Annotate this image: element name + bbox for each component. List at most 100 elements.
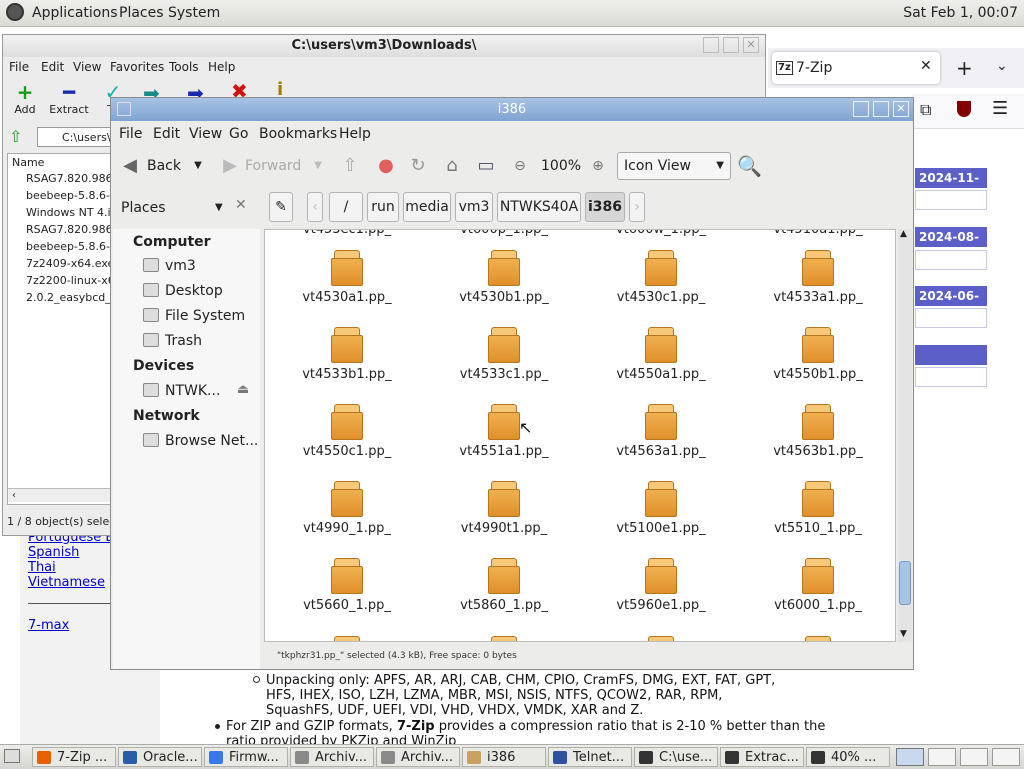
workspace-switcher[interactable] bbox=[928, 748, 956, 766]
firefox-tab-7zip[interactable]: 7z 7-Zip ✕ bbox=[772, 52, 940, 84]
zoom-out-icon[interactable]: ⊖ bbox=[509, 155, 531, 177]
lang-link-thai[interactable]: Thai bbox=[28, 560, 56, 575]
file-item[interactable]: vt5100e1.pp_ bbox=[596, 481, 726, 536]
system-menu[interactable]: System bbox=[168, 5, 220, 21]
crumb-vm3[interactable]: vm3 bbox=[455, 192, 493, 222]
list-item[interactable]: beebeep-5.8.6-qt bbox=[12, 189, 126, 202]
workspace-switcher[interactable] bbox=[960, 748, 988, 766]
list-item[interactable]: 7z2409-x64.exe bbox=[12, 257, 126, 270]
edit-location-icon[interactable]: ✎ bbox=[269, 192, 293, 222]
clock[interactable]: Sat Feb 1, 00:07 bbox=[903, 5, 1018, 21]
7zip-titlebar[interactable]: C:\users\vm3\Downloads\ ✕ bbox=[3, 35, 765, 57]
taskbar-item[interactable]: Firmw... bbox=[204, 747, 288, 767]
sidebar-item-ntwk[interactable]: NTWK... bbox=[143, 383, 220, 399]
file-item[interactable]: vt600w_1.pp_ bbox=[596, 230, 726, 237]
crumb-root[interactable]: / bbox=[329, 192, 363, 222]
file-item[interactable] bbox=[596, 636, 726, 641]
extract-button[interactable]: ━ Extract bbox=[47, 81, 91, 116]
workspace-switcher[interactable] bbox=[992, 748, 1020, 766]
close-sidebar-icon[interactable]: ✕ bbox=[235, 197, 247, 213]
file-item[interactable]: vt5960e1.pp_ bbox=[596, 558, 726, 613]
hamburger-menu-icon[interactable]: ☰ bbox=[992, 98, 1008, 119]
taskbar-item[interactable]: 40% ... bbox=[806, 747, 890, 767]
computer-icon[interactable]: ▭ bbox=[475, 155, 497, 177]
file-item[interactable]: vt4990_1.pp_ bbox=[282, 481, 412, 536]
taskbar-item[interactable]: 7-Zip ... bbox=[32, 747, 116, 767]
back-button[interactable]: Back bbox=[147, 158, 181, 174]
gnome-foot-icon[interactable] bbox=[6, 3, 24, 21]
file-item[interactable]: vt4550a1.pp_ bbox=[596, 327, 726, 382]
column-name[interactable]: Name bbox=[12, 156, 44, 169]
menu-go[interactable]: Go bbox=[229, 126, 248, 142]
taskbar-item[interactable]: Archiv... bbox=[290, 747, 374, 767]
scroll-thumb[interactable] bbox=[899, 561, 911, 605]
reload-icon[interactable]: ↻ bbox=[407, 155, 429, 177]
file-item[interactable]: vt4533a1.pp_ bbox=[753, 250, 883, 305]
places-menu[interactable]: Places bbox=[119, 5, 164, 21]
file-item[interactable]: vt5660_1.pp_ bbox=[282, 558, 412, 613]
file-item[interactable]: vt6000_1.pp_ bbox=[753, 558, 883, 613]
menu-tools[interactable]: Tools bbox=[169, 60, 199, 74]
add-button[interactable]: + Add bbox=[3, 81, 47, 116]
taskbar-item[interactable]: Oracle... bbox=[118, 747, 202, 767]
address-input[interactable]: C:\users\ bbox=[37, 127, 117, 147]
file-item[interactable]: vt4533b1.pp_ bbox=[282, 327, 412, 382]
link-7max[interactable]: 7-max bbox=[28, 618, 69, 633]
close-icon[interactable]: ✕ bbox=[893, 101, 909, 117]
sidebar-item-trash[interactable]: Trash bbox=[143, 333, 202, 349]
applications-menu[interactable]: Applications bbox=[32, 5, 118, 21]
up-folder-icon[interactable]: ⇧ bbox=[9, 127, 22, 146]
close-tab-icon[interactable]: ✕ bbox=[920, 58, 932, 74]
minimize-icon[interactable] bbox=[853, 101, 869, 117]
search-icon[interactable]: 🔍 bbox=[737, 155, 762, 177]
maximize-icon[interactable] bbox=[873, 101, 889, 117]
crumb-ntwks40a[interactable]: NTWKS40A bbox=[497, 192, 581, 222]
scroll-up-icon[interactable]: ▲ bbox=[900, 229, 907, 239]
lang-link-vietnamese[interactable]: Vietnamese bbox=[28, 575, 105, 590]
file-item[interactable]: vt4551a1.pp_ bbox=[439, 404, 569, 459]
workspace-switcher[interactable] bbox=[896, 748, 924, 766]
file-item[interactable]: vt5510_1.pp_ bbox=[753, 481, 883, 536]
menu-help[interactable]: Help bbox=[339, 126, 371, 142]
file-item[interactable]: vt4563b1.pp_ bbox=[753, 404, 883, 459]
maximize-icon[interactable] bbox=[723, 37, 739, 53]
menu-file[interactable]: File bbox=[9, 60, 29, 74]
crumb-run[interactable]: run bbox=[367, 192, 399, 222]
crumb-right-arrow-icon[interactable]: › bbox=[629, 192, 645, 222]
taskbar-item[interactable]: C:\use... bbox=[634, 747, 718, 767]
list-item[interactable]: Windows NT 4.iso bbox=[12, 206, 126, 219]
sidebar-item-browse-network[interactable]: Browse Net... bbox=[143, 433, 258, 449]
file-item[interactable]: vt4510a1.pp_ bbox=[753, 230, 883, 237]
vertical-scrollbar[interactable]: ▲ ▼ bbox=[898, 229, 912, 642]
menu-file[interactable]: File bbox=[119, 126, 142, 142]
menu-bookmarks[interactable]: Bookmarks bbox=[259, 126, 337, 142]
close-icon[interactable]: ✕ bbox=[743, 37, 759, 53]
places-select[interactable]: Places ▼ bbox=[117, 197, 231, 219]
file-item[interactable]: vt4990t1.pp_ bbox=[439, 481, 569, 536]
taskbar-item[interactable]: Archiv... bbox=[376, 747, 460, 767]
list-item[interactable]: 2.0.2_easybcd_2. bbox=[12, 291, 126, 304]
stop-icon[interactable]: ● bbox=[375, 155, 397, 177]
list-item[interactable]: beebeep-5.8.6-qt bbox=[12, 240, 126, 253]
menu-help[interactable]: Help bbox=[208, 60, 235, 74]
show-desktop-icon[interactable] bbox=[4, 749, 20, 763]
menu-view[interactable]: View bbox=[189, 126, 222, 142]
menu-edit[interactable]: Edit bbox=[153, 126, 180, 142]
file-item[interactable]: vt4530c1.pp_ bbox=[596, 250, 726, 305]
crumb-left-arrow-icon[interactable]: ‹ bbox=[307, 192, 323, 222]
home-icon[interactable]: ⌂ bbox=[441, 155, 463, 177]
taskbar-item[interactable]: Telnet... bbox=[548, 747, 632, 767]
eject-icon[interactable]: ⏏ bbox=[237, 382, 249, 397]
ublock-shield-icon[interactable] bbox=[957, 101, 971, 117]
menu-favorites[interactable]: Favorites bbox=[110, 60, 164, 74]
back-arrow-icon[interactable]: ◀ bbox=[119, 155, 141, 177]
crumb-i386[interactable]: i386 bbox=[585, 192, 625, 222]
lang-link-spanish[interactable]: Spanish bbox=[28, 545, 79, 560]
7zip-file-list[interactable]: Name RSAG7.820.9862 beebeep-5.8.6-qt Win… bbox=[7, 153, 123, 505]
menu-view[interactable]: View bbox=[73, 60, 101, 74]
icon-view[interactable]: vt453ec1.pp_ vt600p_1.pp_ vt600w_1.pp_ v… bbox=[264, 229, 896, 642]
crumb-media[interactable]: media bbox=[403, 192, 451, 222]
new-tab-icon[interactable]: + bbox=[956, 56, 973, 80]
sidebar-item-desktop[interactable]: Desktop bbox=[143, 283, 223, 299]
file-item[interactable] bbox=[439, 636, 569, 641]
